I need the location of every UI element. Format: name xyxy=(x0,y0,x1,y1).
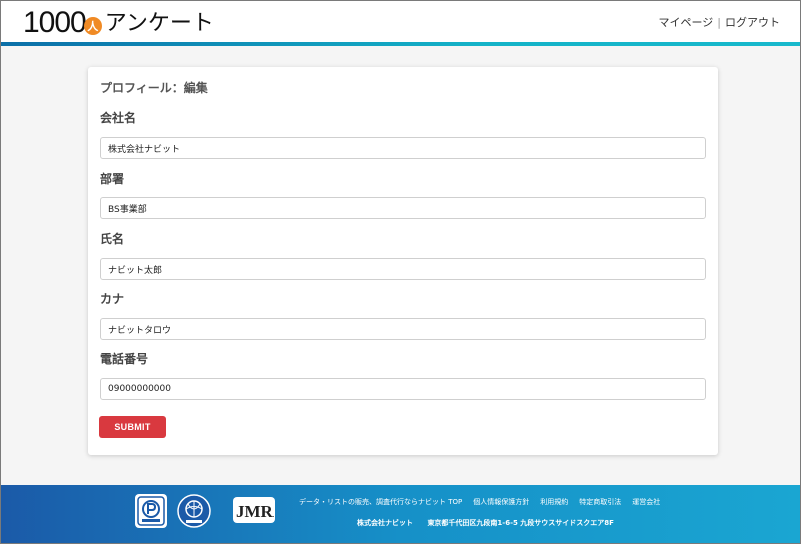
department-input[interactable] xyxy=(100,197,706,219)
footer-link-company[interactable]: 運営会社 xyxy=(632,497,660,507)
logo-number: 1000 xyxy=(23,6,87,39)
footer-link-privacy[interactable]: 個人情報保護方針 xyxy=(473,497,529,507)
phone-label: 電話番号 xyxy=(100,352,149,366)
kana-input[interactable] xyxy=(100,318,706,340)
submit-button[interactable]: SUBMIT xyxy=(99,416,166,438)
privacy-mark-icon[interactable] xyxy=(135,494,167,528)
header-accent-bar xyxy=(1,42,800,46)
name-label: 氏名 xyxy=(100,232,125,246)
jmra-logo-icon[interactable]: JMRA xyxy=(233,497,275,523)
footer-address: 東京都千代田区九段南1-6-5 九段サウスサイドスクエア8F xyxy=(427,519,614,527)
footer-company-name: 株式会社ナビット xyxy=(357,519,413,527)
site-logo[interactable]: 1000 人 アンケート xyxy=(23,4,214,38)
nav-separator: | xyxy=(717,15,721,29)
site-header: 1000 人 アンケート マイページ | ログアウト xyxy=(1,1,800,43)
footer-link-commerce-law[interactable]: 特定商取引法 xyxy=(579,497,621,507)
logo-person-badge: 人 xyxy=(83,17,102,35)
company-label: 会社名 xyxy=(100,111,137,125)
jmra-logo-text: JMRA xyxy=(236,502,274,521)
logo-text: アンケート xyxy=(104,11,214,36)
company-input[interactable] xyxy=(100,137,706,159)
department-label: 部署 xyxy=(100,172,125,186)
footer-company-info: 株式会社ナビット 東京都千代田区九段南1-6-5 九段サウスサイドスクエア8F xyxy=(357,518,614,528)
header-nav: マイページ | ログアウト xyxy=(659,14,781,30)
app-window: 1000 人 アンケート マイページ | ログアウト プロフィール：編集 会社名… xyxy=(0,0,801,544)
profile-edit-card: プロフィール：編集 会社名 部署 氏名 カナ 電話番号 SUBMIT xyxy=(88,67,718,455)
footer-link-terms[interactable]: 利用規約 xyxy=(540,497,568,507)
footer-links: データ・リストの販売、調査代行ならナビット TOP 個人情報保護方針 利用規約 … xyxy=(299,497,671,507)
footer-link-top[interactable]: データ・リストの販売、調査代行ならナビット TOP xyxy=(299,497,462,507)
logout-link[interactable]: ログアウト xyxy=(725,14,780,30)
phone-input[interactable] xyxy=(100,378,706,400)
site-footer: JMRA データ・リストの販売、調査代行ならナビット TOP 個人情報保護方針 … xyxy=(1,485,800,543)
kana-label: カナ xyxy=(100,292,125,306)
mypage-link[interactable]: マイページ xyxy=(659,14,714,30)
page-title: プロフィール：編集 xyxy=(100,81,208,95)
member-seal-icon[interactable] xyxy=(177,494,211,528)
name-input[interactable] xyxy=(100,258,706,280)
